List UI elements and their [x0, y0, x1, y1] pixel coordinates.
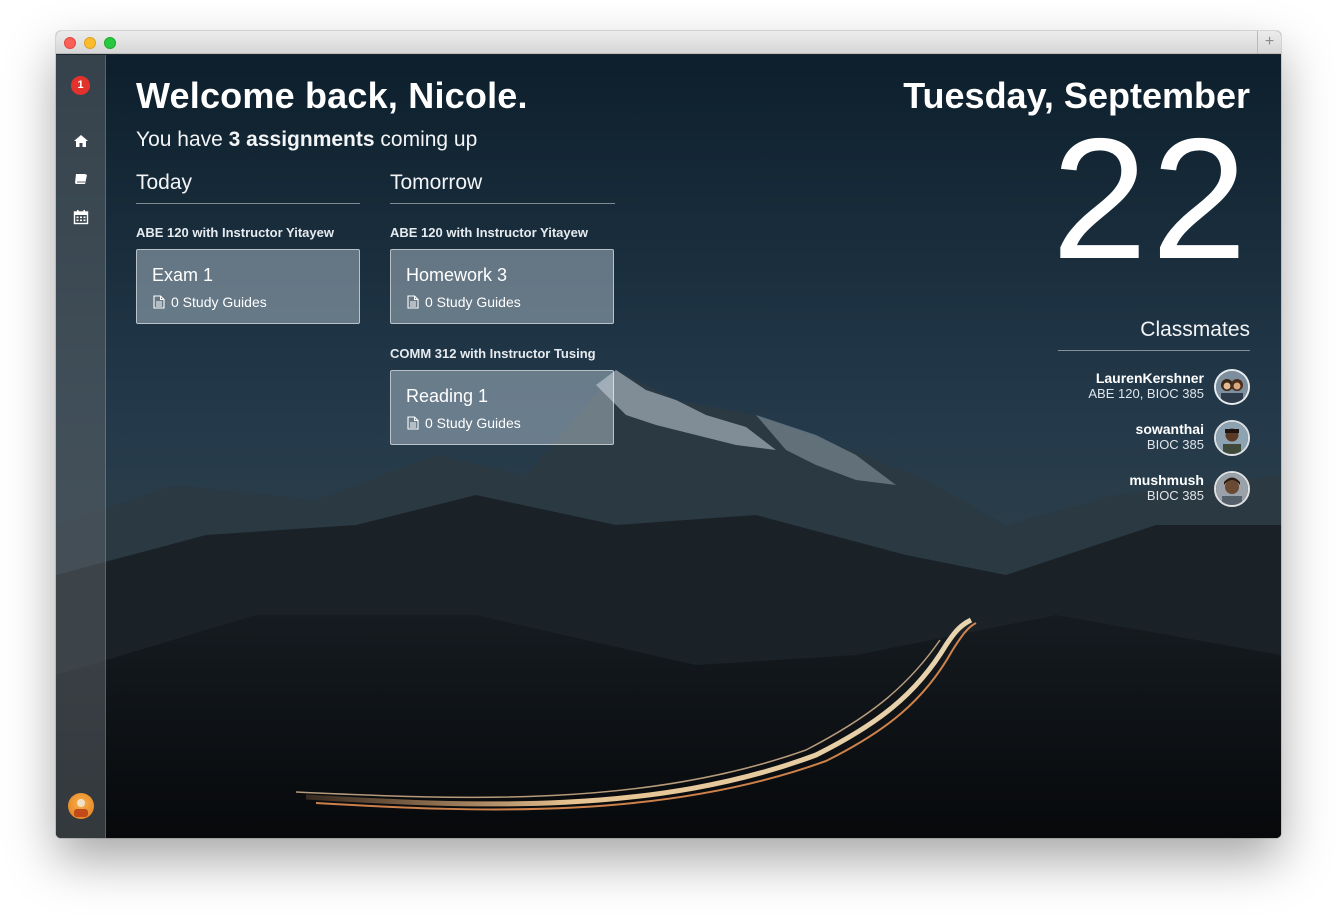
study-guides-count: 0 Study Guides [407, 415, 521, 431]
classmate-courses: ABE 120, BIOC 385 [1088, 386, 1204, 401]
maximize-window-button[interactable] [104, 37, 116, 49]
user-avatar-icon[interactable] [68, 793, 94, 819]
document-icon [407, 416, 419, 430]
summary-suffix: coming up [374, 128, 478, 151]
classmate-courses: BIOC 385 [1146, 437, 1204, 452]
classmates-heading: Classmates [1140, 318, 1250, 341]
classmate-avatar[interactable] [1214, 420, 1250, 456]
welcome-heading: Welcome back, Nicole. [136, 75, 528, 116]
classmate-avatar[interactable] [1214, 471, 1250, 507]
summary-count: 3 assignments [228, 128, 375, 151]
assignment-title: Homework 3 [406, 265, 508, 285]
home-icon[interactable] [73, 133, 89, 149]
study-guides-label: 0 Study Guides [425, 294, 521, 310]
dashboard: 1 Welcome back, Nicole. You have 3 assig… [56, 55, 1281, 838]
study-guides-label: 0 Study Guides [171, 294, 267, 310]
assignment-title: Exam 1 [152, 265, 214, 285]
tomorrow-heading: Tomorrow [390, 171, 483, 194]
assignment-card[interactable]: Homework 3 0 Study Guides [390, 249, 614, 324]
study-guides-count: 0 Study Guides [407, 294, 521, 310]
today-heading: Today [136, 171, 193, 194]
assignment-card[interactable]: Exam 1 0 Study Guides [136, 249, 360, 324]
calendar-icon[interactable] [73, 209, 89, 225]
tomorrow-divider [390, 203, 615, 204]
minimize-window-button[interactable] [84, 37, 96, 49]
assignment-title: Reading 1 [406, 386, 489, 406]
assignment-card[interactable]: Reading 1 0 Study Guides [390, 370, 614, 445]
app-window: + 1 Welcome back, Nicole. You have 3 ass… [56, 31, 1281, 838]
classmate-courses: BIOC 385 [1146, 488, 1204, 503]
course-label: COMM 312 with Instructor Tusing [390, 346, 596, 361]
course-label: ABE 120 with Instructor Yitayew [390, 225, 588, 240]
study-guides-count: 0 Study Guides [153, 294, 267, 310]
document-icon [407, 295, 419, 309]
sidebar: 1 [56, 55, 106, 838]
classmate-name[interactable]: sowanthai [1136, 421, 1204, 437]
new-tab-button[interactable]: + [1257, 31, 1281, 54]
title-bar: + [56, 31, 1281, 54]
close-window-button[interactable] [64, 37, 76, 49]
course-label: ABE 120 with Instructor Yitayew [136, 225, 334, 240]
summary-prefix: You have [136, 128, 229, 151]
book-icon[interactable] [73, 171, 89, 187]
classmate-name[interactable]: LaurenKershner [1096, 370, 1204, 386]
today-divider [136, 203, 360, 204]
document-icon [153, 295, 165, 309]
day-number: 22 [1051, 103, 1251, 295]
notification-badge[interactable]: 1 [71, 76, 90, 95]
assignments-summary: You have 3 assignments coming up [136, 128, 477, 152]
study-guides-label: 0 Study Guides [425, 415, 521, 431]
classmate-avatar[interactable] [1214, 369, 1250, 405]
classmates-divider [1058, 350, 1250, 351]
classmate-name[interactable]: mushmush [1129, 472, 1204, 488]
